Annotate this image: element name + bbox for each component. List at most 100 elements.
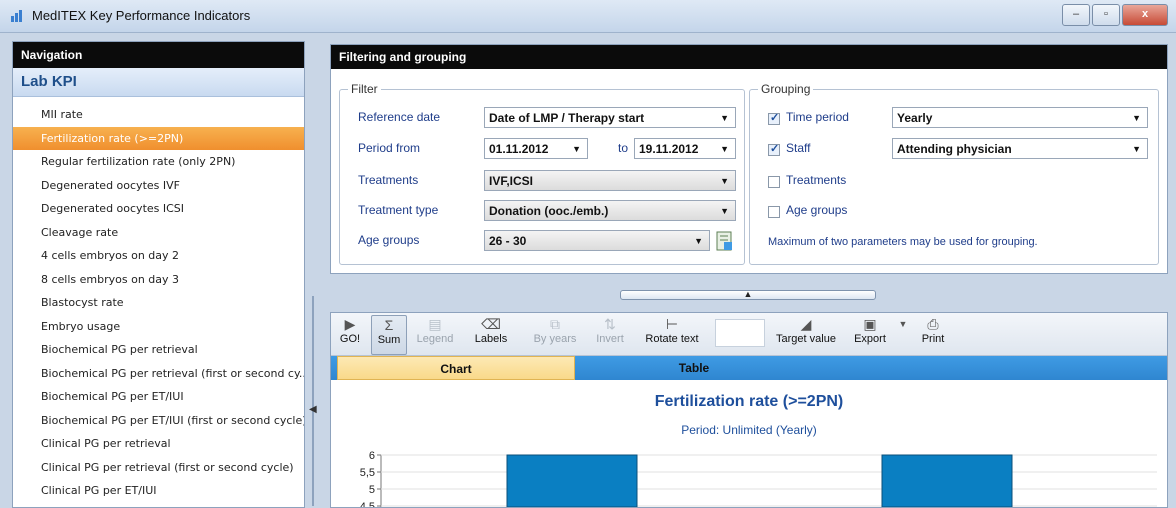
- go-button[interactable]: ▶ GO!: [333, 315, 367, 353]
- bar: [506, 454, 638, 507]
- legend-button-label: Legend: [416, 333, 454, 345]
- chevron-down-icon: ▼: [898, 319, 908, 329]
- nav-item[interactable]: Cleavage rate: [13, 221, 304, 245]
- target-chart-icon: ◢: [800, 316, 812, 332]
- nav-item[interactable]: Clinical PG per retrieval (first or seco…: [13, 456, 304, 480]
- treatment-type-select[interactable]: Donation (ooc./emb.) ▼: [484, 200, 736, 221]
- nav-item[interactable]: Biochemical PG per retrieval: [13, 338, 304, 362]
- treatment-type-value: Donation (ooc./emb.): [489, 204, 609, 218]
- filter-group: Filter Reference date Date of LMP / Ther…: [339, 82, 745, 265]
- nav-item[interactable]: Biochemical PG per ET/IUI: [13, 385, 304, 409]
- collapse-up-icon[interactable]: ▲: [744, 289, 753, 299]
- treatments-grouping-checkbox[interactable]: [768, 176, 780, 188]
- navigation-header: Navigation: [13, 42, 304, 68]
- y-tick-label: 5,5: [360, 467, 375, 479]
- reference-date-select[interactable]: Date of LMP / Therapy start ▼: [484, 107, 736, 128]
- tab-table[interactable]: Table: [575, 356, 813, 380]
- play-icon: ▶: [344, 316, 356, 332]
- sum-button[interactable]: Σ Sum: [371, 315, 407, 355]
- navigation-list: MII rate Fertilization rate (>=2PN) Regula…: [13, 97, 304, 503]
- staff-checkbox[interactable]: [768, 142, 780, 156]
- nav-item[interactable]: Blastocyst rate: [13, 291, 304, 315]
- by-years-button-label: By years: [533, 333, 577, 345]
- filter-group-title: Filter: [348, 82, 381, 96]
- nav-item[interactable]: 8 cells embryos on day 3: [13, 268, 304, 292]
- reference-date-value: Date of LMP / Therapy start: [489, 111, 645, 125]
- nav-item[interactable]: Embryo usage: [13, 315, 304, 339]
- period-from-date-picker[interactable]: 01.11.2012 ▼: [484, 138, 588, 159]
- splitter-line: [312, 296, 314, 506]
- treatments-label: Treatments: [358, 173, 419, 187]
- chevron-down-icon: ▼: [572, 144, 581, 154]
- period-from-value: 01.11.2012: [489, 142, 549, 156]
- nav-item[interactable]: Biochemical PG per ET/IUI (first or seco…: [13, 409, 304, 433]
- target-value-input[interactable]: [715, 319, 765, 347]
- rotate-text-button[interactable]: ⊢ Rotate text: [637, 315, 707, 353]
- age-groups-value: 26 - 30: [489, 234, 527, 248]
- staff-select[interactable]: Attending physician ▼: [892, 138, 1148, 159]
- legend-icon: ▤: [428, 316, 442, 332]
- chart-title: Fertilization rate (>=2PN): [654, 393, 844, 410]
- time-period-checkbox[interactable]: [768, 111, 780, 125]
- bar: [881, 454, 1013, 507]
- window-title: MedITEX Key Performance Indicators: [32, 8, 251, 23]
- tab-chart[interactable]: Chart: [337, 356, 575, 380]
- nav-item[interactable]: Degenerated oocytes IVF: [13, 174, 304, 198]
- chart-toolbar: ▶ GO! Σ Sum ▤ Legend ⌫ Labels ⧉ By years…: [331, 313, 1167, 356]
- horizontal-splitter[interactable]: ▲: [620, 290, 876, 300]
- y-tick-label: 4,5: [360, 501, 375, 507]
- chevron-down-icon: ▼: [720, 113, 729, 123]
- period-from-label: Period from: [358, 141, 421, 155]
- nav-item[interactable]: Biochemical PG per retrieval (first or s…: [13, 362, 304, 386]
- nav-item[interactable]: Clinical PG per retrieval: [13, 432, 304, 456]
- grouping-hint: Maximum of two parameters may be used fo…: [768, 236, 1038, 248]
- chevron-down-icon: ▼: [720, 144, 729, 154]
- chevron-down-icon: ▼: [1132, 113, 1141, 123]
- view-tabs: Chart Table: [331, 356, 1167, 380]
- staff-value: Attending physician: [897, 142, 1012, 156]
- target-value-button[interactable]: ◢ Target value: [771, 315, 841, 353]
- vertical-splitter[interactable]: ◀: [309, 296, 317, 506]
- app-chart-icon: [11, 10, 22, 22]
- age-groups-select[interactable]: 26 - 30 ▼: [484, 230, 710, 251]
- minimize-button[interactable]: –: [1062, 4, 1090, 26]
- nav-item[interactable]: Regular fertilization rate (only 2PN): [13, 150, 304, 174]
- nav-item[interactable]: 4 cells embryos on day 2: [13, 244, 304, 268]
- rotate-text-button-label: Rotate text: [645, 333, 699, 345]
- collapse-left-icon[interactable]: ◀: [309, 404, 317, 415]
- maximize-button[interactable]: ▫: [1092, 4, 1120, 26]
- time-period-value: Yearly: [897, 111, 933, 125]
- nav-item[interactable]: MII rate: [13, 103, 304, 127]
- export-button[interactable]: ▣ Export: [849, 315, 891, 353]
- treatment-type-label: Treatment type: [358, 203, 439, 217]
- labels-button[interactable]: ⌫ Labels: [471, 315, 511, 353]
- window-title-bar: MedITEX Key Performance Indicators – ▫ x: [0, 0, 1176, 33]
- nav-item[interactable]: Clinical PG per ET/IUI: [13, 479, 304, 503]
- bar-chart: 6 5,5 5 4,5: [360, 450, 1157, 507]
- age-groups-grouping-checkbox[interactable]: [768, 206, 780, 218]
- chevron-down-icon: ▼: [1132, 144, 1141, 154]
- by-years-button[interactable]: ⧉ By years: [527, 315, 583, 353]
- invert-button[interactable]: ⇅ Invert: [589, 315, 631, 353]
- print-button[interactable]: ⎙ Print: [915, 315, 951, 353]
- close-button[interactable]: x: [1122, 4, 1168, 26]
- invert-button-label: Invert: [596, 333, 624, 345]
- period-to-date-picker[interactable]: 19.11.2012 ▼: [634, 138, 736, 159]
- labels-button-label: Labels: [474, 333, 508, 345]
- legend-button[interactable]: ▤ Legend: [413, 315, 457, 353]
- time-period-select[interactable]: Yearly ▼: [892, 107, 1148, 128]
- chart-subtitle: Period: Unlimited (Yearly): [681, 423, 817, 437]
- nav-item[interactable]: Degenerated oocytes ICSI: [13, 197, 304, 221]
- by-years-icon: ⧉: [550, 316, 560, 332]
- grouping-group-title: Grouping: [758, 82, 814, 96]
- chevron-down-icon: ▼: [720, 176, 729, 186]
- treatments-select[interactable]: IVF,ICSI ▼: [484, 170, 736, 191]
- edit-age-groups-icon[interactable]: [716, 231, 734, 251]
- nav-item[interactable]: Fertilization rate (>=2PN): [13, 126, 304, 150]
- export-dropdown-button[interactable]: ▼: [897, 315, 909, 353]
- reference-date-label: Reference date: [358, 110, 441, 124]
- export-button-label: Export: [854, 333, 886, 345]
- grouping-group: Grouping Time period Yearly ▼ Staff Atte…: [749, 82, 1159, 265]
- age-groups-grouping-label: Age groups: [786, 203, 848, 217]
- navigation-section-title[interactable]: Lab KPI: [13, 68, 304, 97]
